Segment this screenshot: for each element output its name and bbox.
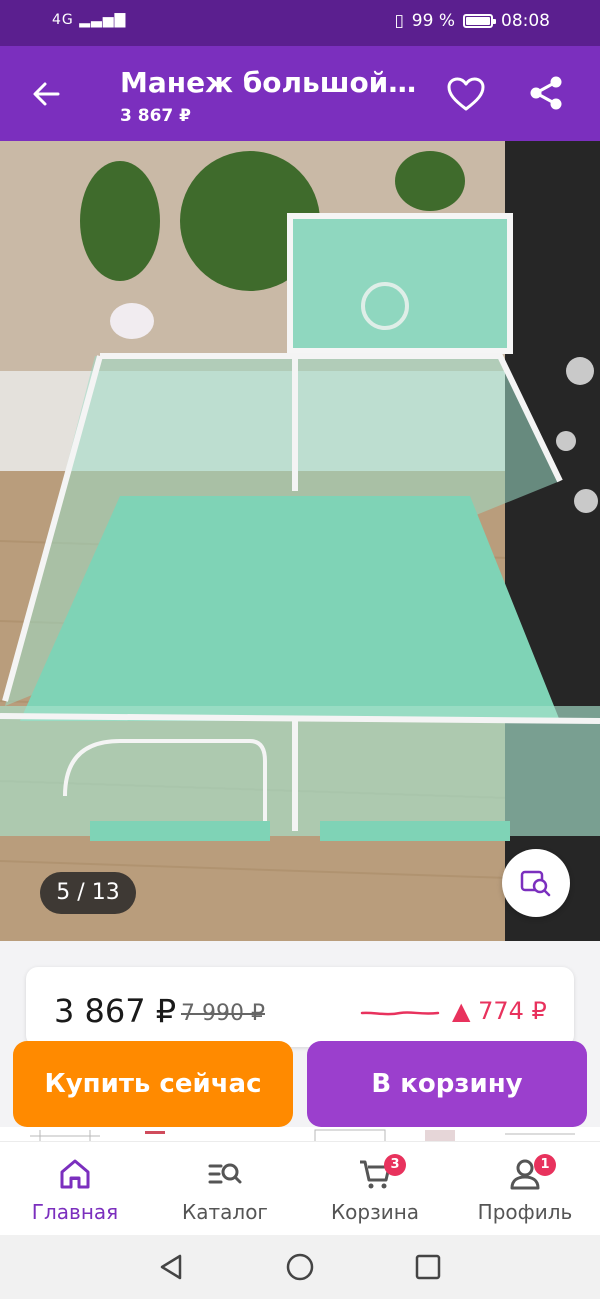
system-home-icon[interactable] [286, 1253, 314, 1281]
price-card: 3 867 ₽ 7 990 ₽ ▲ 774 ₽ [26, 967, 574, 1047]
playpen-photo-illustration [0, 141, 600, 941]
vibrate-icon: ▯ [394, 11, 404, 31]
home-icon [60, 1159, 90, 1189]
nav-item-catalog[interactable]: Каталог [150, 1142, 300, 1236]
battery-percent: 99 % [411, 11, 455, 31]
thumbnail-strip-graphic [30, 1129, 575, 1141]
buy-now-button[interactable]: Купить сейчас [13, 1041, 293, 1127]
favorite-heart-icon[interactable] [446, 76, 486, 112]
system-navigation-bar [0, 1235, 600, 1299]
battery-icon [463, 14, 496, 28]
network-type: 4G [52, 12, 74, 28]
current-price: 3 867 ₽ [54, 992, 177, 1030]
system-back-icon[interactable] [158, 1253, 186, 1281]
price-history-sparkline[interactable] [360, 1003, 440, 1021]
old-price: 7 990 ₽ [181, 1001, 265, 1026]
nav-label-profile: Профиль [477, 1200, 573, 1224]
signal-icon: ▂▃▅▇ [79, 12, 127, 28]
price-change: ▲ 774 ₽ [452, 997, 547, 1025]
nav-label-home: Главная [31, 1200, 119, 1224]
image-counter: 5 / 13 [40, 872, 136, 914]
clock: 08:08 [501, 11, 550, 31]
share-icon[interactable] [527, 74, 565, 112]
header-price: 3 867 ₽ [120, 106, 191, 126]
system-recents-icon[interactable] [414, 1253, 442, 1281]
nav-label-cart: Корзина [330, 1200, 420, 1224]
product-photo[interactable] [0, 141, 600, 941]
nav-item-profile[interactable]: 1 Профиль [450, 1142, 600, 1236]
nav-item-home[interactable]: Главная [0, 1142, 150, 1236]
bottom-navigation: Главная Каталог 3 Корзина 1 Профиль [0, 1141, 600, 1235]
product-title: Манеж большой… [120, 66, 417, 99]
nav-item-cart[interactable]: 3 Корзина [300, 1142, 450, 1236]
cart-badge: 3 [384, 1154, 406, 1176]
thumbnail-strip [0, 1127, 600, 1141]
status-bar: 4G ▂▃▅▇ ▯ 99 % 08:08 [0, 0, 600, 46]
network-indicator: 4G ▂▃▅▇ [52, 12, 126, 28]
catalog-search-icon [208, 1163, 242, 1184]
nav-label-catalog: Каталог [182, 1200, 268, 1224]
status-right: ▯ 99 % 08:08 [394, 11, 550, 31]
back-arrow-icon[interactable] [28, 76, 64, 112]
visual-search-button[interactable] [502, 849, 570, 917]
product-header: Манеж большой… 3 867 ₽ [0, 46, 600, 141]
profile-badge: 1 [534, 1154, 556, 1176]
image-search-icon [520, 870, 551, 897]
add-to-cart-button[interactable]: В корзину [307, 1041, 587, 1127]
